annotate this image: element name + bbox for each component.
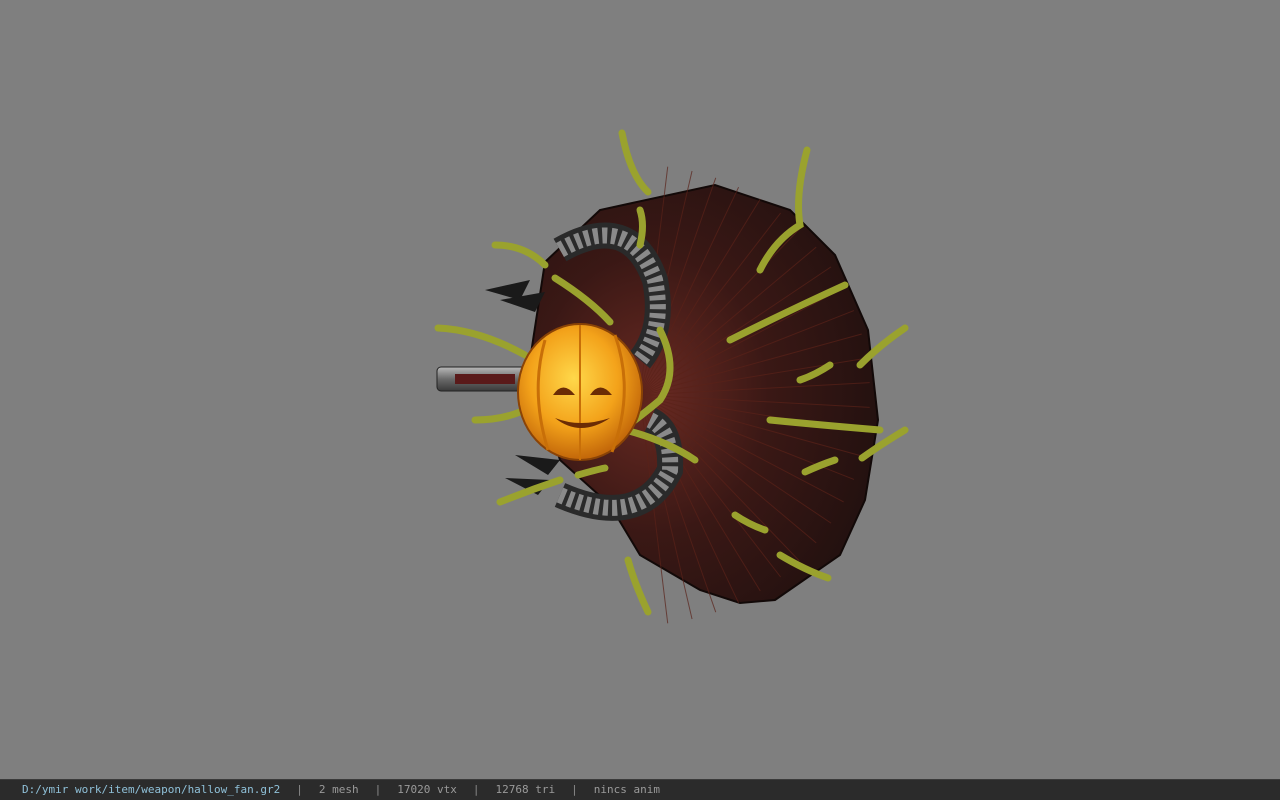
3d-viewport[interactable] [0, 0, 1280, 779]
animation-status: nincs anim [593, 783, 660, 796]
file-path: D:/ymir work/item/weapon/hallow_fan.gr2 [22, 783, 281, 796]
mesh-count: 2 mesh [318, 783, 359, 796]
separator: | [374, 783, 382, 796]
separator: | [296, 783, 303, 796]
vertex-count: 17020 vtx [397, 783, 457, 796]
pumpkin [517, 323, 643, 461]
separator: | [472, 783, 480, 796]
separator: | [571, 783, 578, 796]
status-bar: D:/ymir work/item/weapon/hallow_fan.gr2 |… [0, 779, 1280, 800]
triangle-count: 12768 tri [495, 783, 556, 796]
hallow-fan-model[interactable] [0, 0, 1280, 779]
handle [436, 366, 528, 392]
